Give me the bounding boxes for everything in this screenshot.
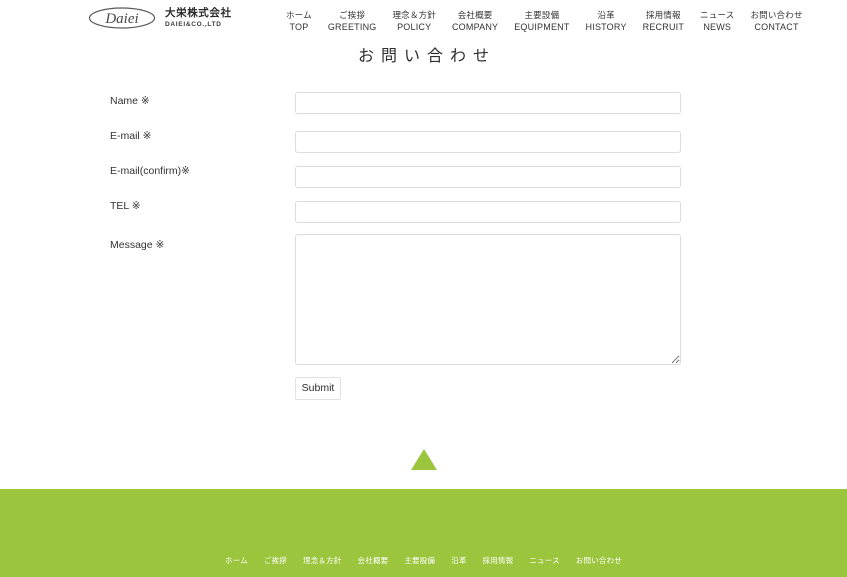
nav-label-jp: 会社概要: [457, 10, 493, 20]
nav-label-jp: お問い合わせ: [750, 10, 803, 20]
site-header: Daiei 大栄株式会社 DAIEI&CO.,LTD ホーム TOP ご挨拶 G…: [0, 0, 847, 38]
nav-item-equipment[interactable]: 主要設備 EQUIPMENT: [506, 9, 577, 33]
company-name-jp: 大栄株式会社: [165, 7, 232, 19]
label-name: Name ※: [110, 95, 150, 107]
footer-link-news[interactable]: ニュース: [521, 555, 567, 566]
message-textarea[interactable]: [295, 234, 681, 365]
footer-navigation: ホーム ご挨拶 理念＆方針 会社概要 主要設備 沿革 採用情報 ニュース お問い…: [0, 555, 847, 566]
nav-label-jp: 理念＆方針: [392, 10, 436, 20]
nav-label-en: GREETING: [327, 22, 377, 32]
nav-item-policy[interactable]: 理念＆方針 POLICY: [384, 9, 444, 33]
main-navigation: ホーム TOP ご挨拶 GREETING 理念＆方針 POLICY 会社概要 C…: [278, 9, 811, 33]
nav-item-news[interactable]: ニュース NEWS: [692, 9, 742, 33]
page-title: お問い合わせ: [357, 48, 496, 65]
brand-names: 大栄株式会社 DAIEI&CO.,LTD: [165, 8, 232, 28]
footer-link-greeting[interactable]: ご挨拶: [256, 555, 295, 566]
label-email-confirm: E-mail(confirm)※: [110, 165, 190, 177]
nav-label-en: POLICY: [397, 22, 432, 32]
daiei-ellipse-logo-icon: Daiei: [88, 5, 156, 31]
submit-button[interactable]: Submit: [295, 377, 341, 400]
svg-text:Daiei: Daiei: [104, 11, 138, 27]
footer-link-policy[interactable]: 理念＆方針: [295, 555, 350, 566]
nav-label-jp: ニュース: [700, 10, 735, 20]
email-confirm-input[interactable]: [295, 166, 681, 188]
company-name-en: DAIEI&CO.,LTD: [165, 20, 222, 28]
brand-logo-link[interactable]: Daiei 大栄株式会社 DAIEI&CO.,LTD: [88, 5, 232, 31]
footer-link-history[interactable]: 沿革: [443, 555, 474, 566]
nav-label-en: HISTORY: [585, 22, 627, 32]
nav-label-jp: 沿革: [597, 10, 615, 20]
nav-label-en: EQUIPMENT: [514, 22, 570, 32]
nav-label-en: CONTACT: [754, 22, 799, 32]
footer-link-recruit[interactable]: 採用情報: [475, 555, 522, 566]
nav-item-recruit[interactable]: 採用情報 RECRUIT: [635, 9, 692, 33]
name-input[interactable]: [295, 92, 681, 114]
nav-label-jp: ご挨拶: [339, 10, 366, 20]
nav-item-top[interactable]: ホーム TOP: [278, 9, 320, 33]
tel-input[interactable]: [295, 201, 681, 223]
nav-label-en: TOP: [289, 22, 309, 32]
label-email: E-mail ※: [110, 130, 152, 142]
triangle-up-icon: [410, 449, 437, 470]
nav-label-en: RECRUIT: [642, 22, 685, 32]
scroll-to-top-button[interactable]: [0, 449, 847, 470]
nav-item-contact[interactable]: お問い合わせ CONTACT: [742, 9, 810, 33]
nav-label-jp: 主要設備: [524, 10, 560, 20]
label-message: Message ※: [110, 239, 165, 251]
nav-label-en: COMPANY: [451, 22, 499, 32]
email-input[interactable]: [295, 131, 681, 153]
footer-link-equipment[interactable]: 主要設備: [396, 555, 443, 566]
nav-label-en: NEWS: [703, 22, 732, 32]
site-footer: ホーム ご挨拶 理念＆方針 会社概要 主要設備 沿革 採用情報 ニュース お問い…: [0, 489, 847, 577]
footer-link-contact[interactable]: お問い合わせ: [568, 555, 630, 566]
nav-label-jp: ホーム: [286, 10, 312, 20]
footer-link-top[interactable]: ホーム: [217, 555, 256, 566]
nav-label-jp: 採用情報: [645, 10, 681, 20]
label-tel: TEL ※: [110, 200, 141, 212]
nav-item-company[interactable]: 会社概要 COMPANY: [444, 9, 506, 33]
nav-item-greeting[interactable]: ご挨拶 GREETING: [320, 9, 385, 33]
nav-item-history[interactable]: 沿革 HISTORY: [578, 9, 635, 33]
footer-link-company[interactable]: 会社概要: [350, 555, 397, 566]
